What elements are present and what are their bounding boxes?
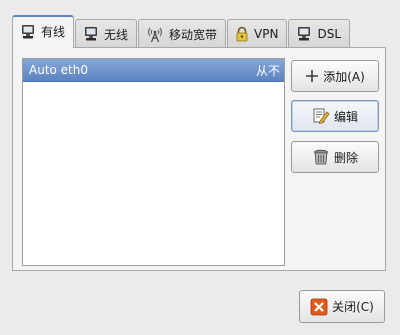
close-button[interactable]: 关闭(C) xyxy=(299,290,385,323)
network-connections-window: 有线 无线 移动宽带 VPN DSL Auto eth0 从不 添加(A) 编辑… xyxy=(0,0,400,335)
plus-icon xyxy=(305,69,319,83)
mobile-broadband-icon xyxy=(146,25,164,43)
tab-wireless[interactable]: 无线 xyxy=(75,19,138,48)
close-button-label: 关闭(C) xyxy=(332,300,374,314)
tab-vpn-label: VPN xyxy=(254,27,279,41)
tab-wireless-label: 无线 xyxy=(104,27,129,42)
wireless-network-icon xyxy=(83,26,99,42)
wired-network-icon xyxy=(20,24,36,40)
list-item[interactable]: Auto eth0 从不 xyxy=(23,59,284,82)
delete-button-label: 删除 xyxy=(333,150,358,165)
delete-button[interactable]: 删除 xyxy=(291,141,379,173)
connection-list[interactable]: Auto eth0 从不 xyxy=(22,58,285,266)
tab-dsl-label: DSL xyxy=(317,27,342,41)
add-button[interactable]: 添加(A) xyxy=(291,60,379,92)
trash-icon xyxy=(312,148,330,166)
add-button-label: 添加(A) xyxy=(323,69,365,84)
edit-button-label: 编辑 xyxy=(333,109,358,124)
connection-last-used: 从不 xyxy=(255,63,280,78)
tab-vpn[interactable]: VPN xyxy=(227,19,288,48)
edit-document-icon xyxy=(312,107,330,125)
vpn-lock-icon xyxy=(235,26,249,42)
tab-dsl[interactable]: DSL xyxy=(288,19,351,48)
tab-wired-label: 有线 xyxy=(41,25,66,39)
connection-type-tabs: 有线 无线 移动宽带 VPN DSL xyxy=(12,15,351,48)
wired-tab-panel: Auto eth0 从不 添加(A) 编辑 删除 xyxy=(12,47,386,271)
tab-wired[interactable]: 有线 xyxy=(12,15,75,48)
dsl-network-icon xyxy=(296,26,312,42)
close-icon xyxy=(310,298,328,316)
edit-button[interactable]: 编辑 xyxy=(291,100,379,132)
tab-mobile-broadband-label: 移动宽带 xyxy=(169,27,218,42)
connection-name: Auto eth0 xyxy=(29,63,89,77)
tab-mobile-broadband[interactable]: 移动宽带 xyxy=(138,19,227,48)
